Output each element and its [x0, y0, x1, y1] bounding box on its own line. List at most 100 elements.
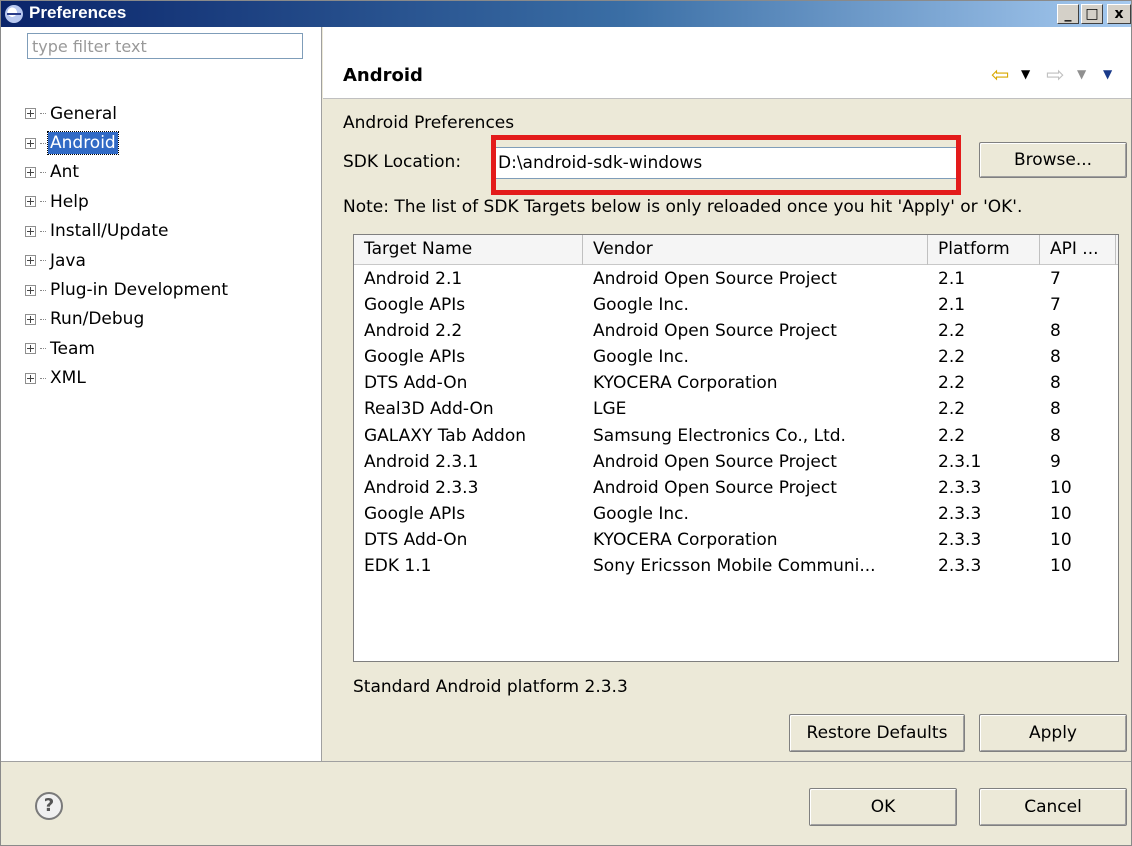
forward-arrow-icon[interactable]: ⇨	[1046, 63, 1064, 88]
table-cell: LGE	[593, 399, 627, 420]
forward-dropdown-icon[interactable]: ▼	[1077, 67, 1086, 81]
table-cell: 7	[1050, 295, 1061, 316]
table-cell: 8	[1050, 347, 1061, 368]
table-cell: 8	[1050, 425, 1061, 446]
tree-connector	[40, 142, 46, 144]
tree-item-general[interactable]: General	[25, 99, 230, 128]
tree-item-label: Android	[47, 131, 119, 156]
help-icon[interactable]: ?	[35, 792, 63, 820]
expand-icon[interactable]	[25, 313, 36, 325]
tree-item-plug-in-development[interactable]: Plug-in Development	[25, 275, 230, 304]
expand-icon[interactable]	[25, 284, 36, 296]
ok-button[interactable]: OK	[809, 788, 957, 826]
view-menu-icon[interactable]: ▼	[1103, 67, 1112, 81]
column-header-vendor[interactable]: Vendor	[583, 235, 928, 265]
table-cell: KYOCERA Corporation	[593, 373, 778, 394]
tree-item-label: Help	[50, 191, 89, 212]
expand-icon[interactable]	[25, 343, 36, 355]
expand-icon[interactable]	[25, 108, 36, 120]
tree-item-android[interactable]: Android	[25, 128, 230, 157]
table-row[interactable]: Android 2.3.3 Android Open Source Project…	[354, 475, 1116, 501]
tree-item-label: Install/Update	[50, 221, 169, 242]
table-cell: Android Open Source Project	[593, 477, 837, 498]
table-cell: 2.3.3	[938, 503, 982, 524]
tree-item-run-debug[interactable]: Run/Debug	[25, 305, 230, 334]
back-arrow-icon[interactable]: ⇦	[991, 63, 1009, 88]
apply-button[interactable]: Apply	[979, 714, 1127, 752]
table-cell: 2.1	[938, 295, 966, 316]
column-header-api[interactable]: API ...	[1040, 235, 1116, 265]
tree-connector	[40, 318, 46, 320]
table-cell: Samsung Electronics Co., Ltd.	[593, 425, 846, 446]
table-cell: Google APIs	[364, 503, 466, 524]
browse-button[interactable]: Browse...	[979, 142, 1127, 178]
table-cell: KYOCERA Corporation	[593, 529, 778, 550]
table-cell: Google APIs	[364, 295, 466, 316]
table-cell: 2.2	[938, 399, 966, 420]
expand-icon[interactable]	[25, 255, 36, 267]
table-row[interactable]: Android 2.3.1 Android Open Source Project…	[354, 449, 1116, 475]
back-dropdown-icon[interactable]: ▼	[1021, 67, 1030, 81]
table-row[interactable]: Android 2.1 Android Open Source Project 2.…	[354, 266, 1116, 292]
tree-item-help[interactable]: Help	[25, 187, 230, 216]
table-row[interactable]: Google APIs Google Inc. 2.1 7	[354, 292, 1116, 318]
column-header-target-name[interactable]: Target Name	[354, 235, 583, 265]
expand-icon[interactable]	[25, 225, 36, 237]
table-cell: Android Open Source Project	[593, 269, 837, 289]
expand-icon[interactable]	[25, 166, 36, 178]
filter-input[interactable]	[27, 33, 303, 59]
table-row[interactable]: Real3D Add-On LGE 2.2 8	[354, 396, 1116, 422]
restore-defaults-button[interactable]: Restore Defaults	[789, 714, 965, 752]
table-cell: 7	[1050, 269, 1061, 289]
column-header-platform[interactable]: Platform	[928, 235, 1040, 265]
table-cell: Android 2.3.3	[364, 477, 479, 498]
tree-item-xml[interactable]: XML	[25, 364, 230, 393]
page-title: Android	[343, 65, 423, 86]
tree-item-ant[interactable]: Ant	[25, 158, 230, 187]
table-row[interactable]: GALAXY Tab Addon Samsung Electronics Co.,…	[354, 423, 1116, 449]
table-cell: 10	[1050, 556, 1072, 577]
tree-connector	[40, 230, 46, 232]
table-cell: 8	[1050, 321, 1061, 342]
tree-item-install-update[interactable]: Install/Update	[25, 217, 230, 246]
tree-item-java[interactable]: Java	[25, 246, 230, 275]
tree-item-label: Plug-in Development	[50, 280, 229, 301]
table-cell: Google Inc.	[593, 503, 689, 524]
minimize-button[interactable]: _	[1057, 4, 1079, 24]
table-cell: Android 2.3.1	[364, 451, 479, 472]
tree-connector	[40, 113, 46, 115]
table-row[interactable]: DTS Add-On KYOCERA Corporation 2.3.3 10	[354, 527, 1116, 553]
tree-item-team[interactable]: Team	[25, 334, 230, 363]
tree-item-label: Java	[50, 250, 86, 271]
sdk-targets-table[interactable]: Target Name Vendor Platform API ... Andr…	[353, 234, 1119, 662]
note-text: Note: The list of SDK Targets below is o…	[343, 197, 1023, 217]
preference-page: Android ⇦ ▼ ⇨ ▼ ▼ Android Preferences SD…	[323, 27, 1131, 761]
sdk-location-input[interactable]	[491, 147, 959, 179]
table-cell: Sony Ericsson Mobile Communi...	[593, 556, 876, 577]
table-cell: DTS Add-On	[364, 373, 468, 394]
expand-icon[interactable]	[25, 196, 36, 208]
cancel-button[interactable]: Cancel	[979, 788, 1127, 826]
table-cell: 2.2	[938, 425, 966, 446]
expand-icon[interactable]	[25, 137, 36, 149]
maximize-button[interactable]: □	[1081, 4, 1103, 24]
eclipse-icon	[5, 5, 23, 23]
page-header: Android ⇦ ▼ ⇨ ▼ ▼	[323, 27, 1131, 99]
table-row[interactable]: DTS Add-On KYOCERA Corporation 2.2 8	[354, 370, 1116, 396]
close-button[interactable]: x	[1107, 4, 1131, 24]
table-cell: 8	[1050, 399, 1061, 420]
table-row[interactable]: Android 2.2 Android Open Source Project 2.…	[354, 318, 1116, 344]
table-cell: Real3D Add-On	[364, 399, 494, 420]
table-cell: 9	[1050, 451, 1061, 472]
table-row[interactable]: Google APIs Google Inc. 2.3.3 10	[354, 501, 1116, 527]
table-cell: DTS Add-On	[364, 529, 468, 550]
window-title: Preferences	[29, 3, 127, 22]
table-row[interactable]: EDK 1.1 Sony Ericsson Mobile Communi... 2.…	[354, 553, 1116, 579]
preference-tree: General Android Ant Help Install/Update Java P…	[25, 99, 230, 393]
tree-connector	[40, 171, 46, 173]
table-row[interactable]: Google APIs Google Inc. 2.2 8	[354, 344, 1116, 370]
expand-icon[interactable]	[25, 372, 36, 384]
title-bar: Preferences _ □ x	[1, 1, 1131, 27]
table-cell: 2.1	[938, 269, 966, 289]
tree-item-label: XML	[50, 368, 86, 389]
